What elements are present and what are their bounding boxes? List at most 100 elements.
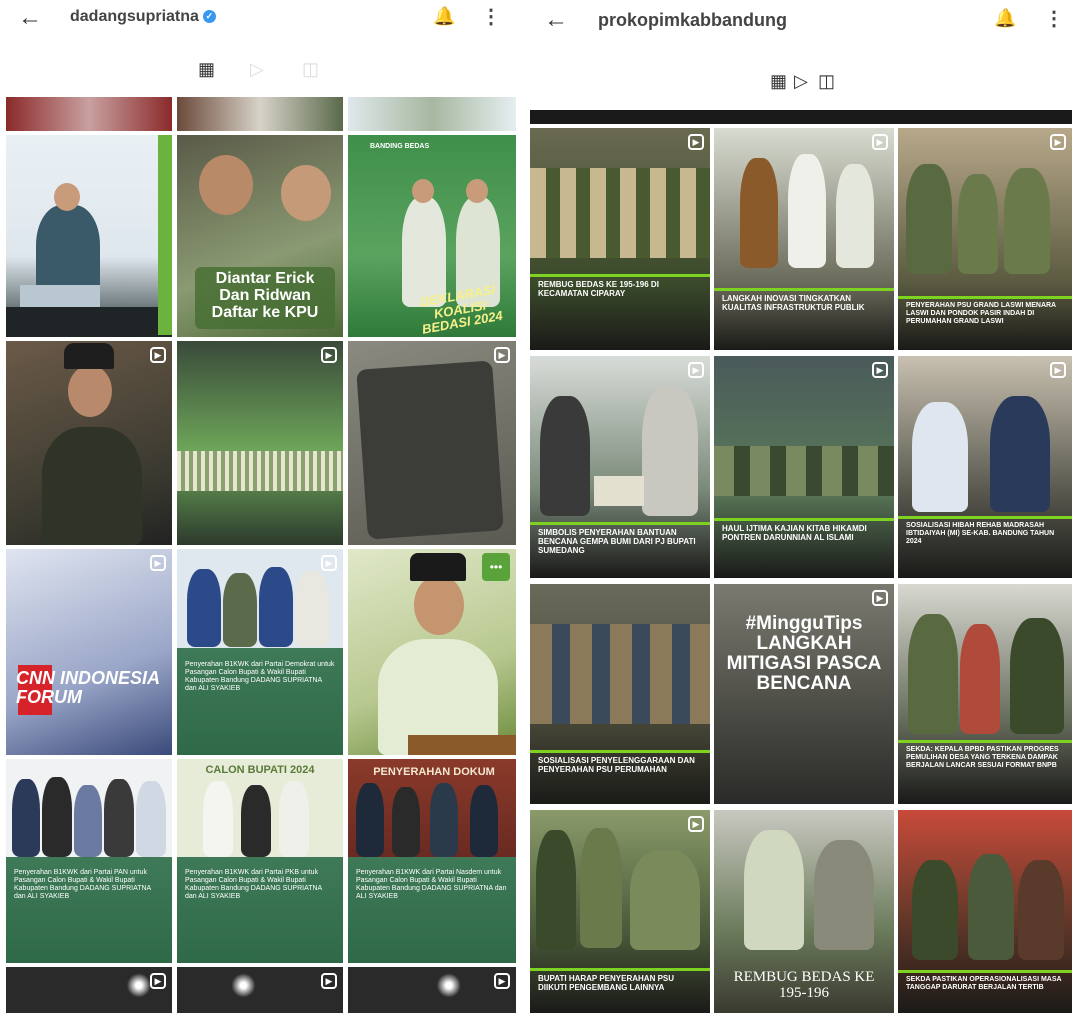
person-figure	[908, 614, 958, 734]
post-caption: HAUL IJTIMA KAJIAN KITAB HIKAMDI PONTREN…	[722, 524, 867, 543]
reel-icon: ▶	[150, 555, 166, 571]
tab-tagged-icon[interactable]: ◫	[302, 58, 319, 80]
reel-icon: ▶	[872, 134, 888, 150]
caption-accent	[898, 516, 1072, 519]
post-caption: SOSIALISASI PENYELENGGARAAN DAN PENYERAH…	[538, 756, 695, 775]
post-thumbnail[interactable]: REMBUG BEDAS KE 195-196 DI KECAMATAN CIP…	[530, 128, 710, 350]
post-thumbnail[interactable]: CNN INDONESIA FORUM ▶	[6, 549, 172, 755]
post-thumbnail[interactable]: BUPATI HARAP PENYERAHAN PSU DIIKUTI PENG…	[530, 810, 710, 1013]
person-figure	[906, 164, 952, 274]
post-thumbnail[interactable]: PENYERAHAN PSU GRAND LASWI MENARA LASWI …	[898, 128, 1072, 350]
tab-grid-icon[interactable]: ▦	[198, 58, 215, 80]
person-figure	[912, 860, 958, 960]
post-thumbnail[interactable]: ▶	[177, 967, 343, 1013]
post-caption: REMBUG BEDAS KE 195-196 DI KECAMATAN CIP…	[538, 280, 659, 299]
post-thumbnail[interactable]: SOSIALISASI HIBAH REHAB MADRASAH IBTIDAI…	[898, 356, 1072, 578]
more-dots-icon: •••	[482, 553, 510, 581]
person-figure	[104, 779, 134, 857]
post-thumbnail[interactable]: •••	[348, 549, 516, 755]
post-thumbnail[interactable]	[348, 97, 516, 131]
peci-hat	[64, 343, 114, 369]
person-head	[466, 179, 488, 203]
more-options-icon[interactable]: ⋮	[481, 4, 501, 29]
post-caption: SEKDA PASTIKAN OPERASIONALISASI MASA TAN…	[906, 976, 1062, 992]
post-thumbnail[interactable]: ▶	[6, 967, 172, 1013]
post-thumbnail[interactable]: SEKDA: KEPALA BPBD PASTIKAN PROGRES PEMU…	[898, 584, 1072, 804]
post-thumbnail[interactable]: Penyerahan B1KWK dari Partai PAN untuk P…	[6, 759, 172, 963]
person-figure	[392, 787, 420, 857]
post-caption: Penyerahan B1KWK dari Partai PAN untuk P…	[14, 869, 151, 901]
person-face	[199, 155, 253, 215]
person-figure	[136, 781, 166, 857]
post-thumbnail[interactable]: ▶	[348, 341, 516, 545]
podium	[408, 735, 516, 755]
tab-reels-icon[interactable]: ▷	[250, 58, 264, 80]
reel-icon: ▶	[1050, 134, 1066, 150]
post-thumbnail[interactable]: BANDING BEDAS DEKLARASI KOALISI BEDASI 2…	[348, 135, 516, 337]
post-thumbnail[interactable]: ▶	[177, 341, 343, 545]
person-figure	[74, 785, 102, 857]
bell-icon[interactable]: 🔔	[994, 8, 1016, 29]
person-figure	[536, 830, 576, 950]
reel-icon: ▶	[688, 816, 704, 832]
reel-icon: ▶	[321, 347, 337, 363]
post-thumbnail[interactable]: CALON BUPATI 2024 Penyerahan B1KWK dari …	[177, 759, 343, 963]
post-thumbnail[interactable]: #MingguTips LANGKAH MITIGASI PASCA BENCA…	[714, 584, 894, 804]
tab-reels-icon[interactable]: ▷	[794, 70, 808, 92]
post-thumbnail[interactable]: SOSIALISASI PENYELENGGARAAN DAN PENYERAH…	[530, 584, 710, 804]
crowd-figures	[530, 168, 710, 258]
person-figure	[968, 854, 1014, 960]
verified-badge-icon: ✓	[202, 10, 216, 23]
person-figure	[958, 174, 998, 274]
person-figure	[279, 781, 309, 857]
post-caption: SOSIALISASI HIBAH REHAB MADRASAH IBTIDAI…	[906, 522, 1055, 546]
post-thumbnail[interactable]: LANGKAH INOVASI TINGKATKAN KUALITAS INFR…	[714, 128, 894, 350]
post-thumbnail[interactable]	[177, 97, 343, 131]
post-thumbnail[interactable]: Diantar Erick Dan Ridwan Daftar ke KPU	[177, 135, 343, 337]
post-thumbnail[interactable]: HAUL IJTIMA KAJIAN KITAB HIKAMDI PONTREN…	[714, 356, 894, 578]
right-topbar: ← prokopimkabbandung 🔔 ⋮	[528, 0, 1072, 40]
right-post-grid: REMBUG BEDAS KE 195-196 DI KECAMATAN CIP…	[530, 110, 1072, 1013]
post-thumbnail[interactable]: PENYERAHAN DOKUM Penyerahan B1KWK dari P…	[348, 759, 516, 963]
back-arrow-icon[interactable]: ←	[18, 6, 42, 30]
bell-icon[interactable]: 🔔	[433, 6, 455, 27]
person-figure	[642, 386, 698, 516]
post-caption: SIMBOLIS PENYERAHAN BANTUAN BENCANA GEMP…	[538, 528, 696, 556]
reel-icon: ▶	[321, 555, 337, 571]
person-figure	[187, 569, 221, 647]
post-thumbnail[interactable]: REMBUG BEDAS KE 195-196	[714, 810, 894, 1013]
post-caption: SEKDA: KEPALA BPBD PASTIKAN PROGRES PEMU…	[906, 746, 1059, 770]
post-thumbnail[interactable]: ▶	[348, 967, 516, 1013]
post-thumbnail[interactable]: SIMBOLIS PENYERAHAN BANTUAN BENCANA GEMP…	[530, 356, 710, 578]
back-arrow-icon[interactable]: ←	[544, 8, 568, 32]
post-thumbnail[interactable]: SEKDA PASTIKAN OPERASIONALISASI MASA TAN…	[898, 810, 1072, 1013]
caption-accent	[714, 288, 894, 291]
caption-accent	[530, 968, 710, 971]
post-caption: PENYERAHAN PSU GRAND LASWI MENARA LASWI …	[906, 302, 1056, 326]
person-figure	[630, 850, 700, 950]
person-figure	[470, 785, 498, 857]
profile-username: dadangsupriatna ✓	[70, 8, 216, 26]
post-headline: #MingguTips LANGKAH MITIGASI PASCA BENCA…	[726, 613, 882, 694]
person-figure	[744, 830, 804, 950]
post-thumbnail[interactable]: Penyerahan B1KWK dari Partai Demokrat un…	[177, 549, 343, 755]
person-figure	[203, 781, 233, 857]
reel-icon: ▶	[494, 347, 510, 363]
reel-icon: ▶	[1050, 362, 1066, 378]
post-thumbnail[interactable]	[6, 97, 172, 131]
post-headline: PENYERAHAN DOKUM	[373, 766, 495, 778]
person-figure	[1004, 168, 1050, 274]
seated-guests	[714, 446, 894, 496]
reel-icon: ▶	[872, 362, 888, 378]
tab-grid-icon[interactable]: ▦	[770, 70, 787, 92]
post-thumbnail[interactable]	[6, 135, 172, 337]
person-figure	[223, 573, 257, 647]
reel-icon: ▶	[688, 362, 704, 378]
more-options-icon[interactable]: ⋮	[1044, 6, 1064, 31]
post-thumbnail[interactable]: ▶	[6, 341, 172, 545]
person-figure	[12, 779, 40, 857]
tab-tagged-icon[interactable]: ◫	[818, 70, 835, 92]
speaker-head	[54, 183, 80, 211]
person-figure	[740, 158, 778, 268]
left-profile-panel: ← dadangsupriatna ✓ 🔔 ⋮ ▦ ▷ ◫ Diantar Eri…	[0, 0, 522, 1013]
